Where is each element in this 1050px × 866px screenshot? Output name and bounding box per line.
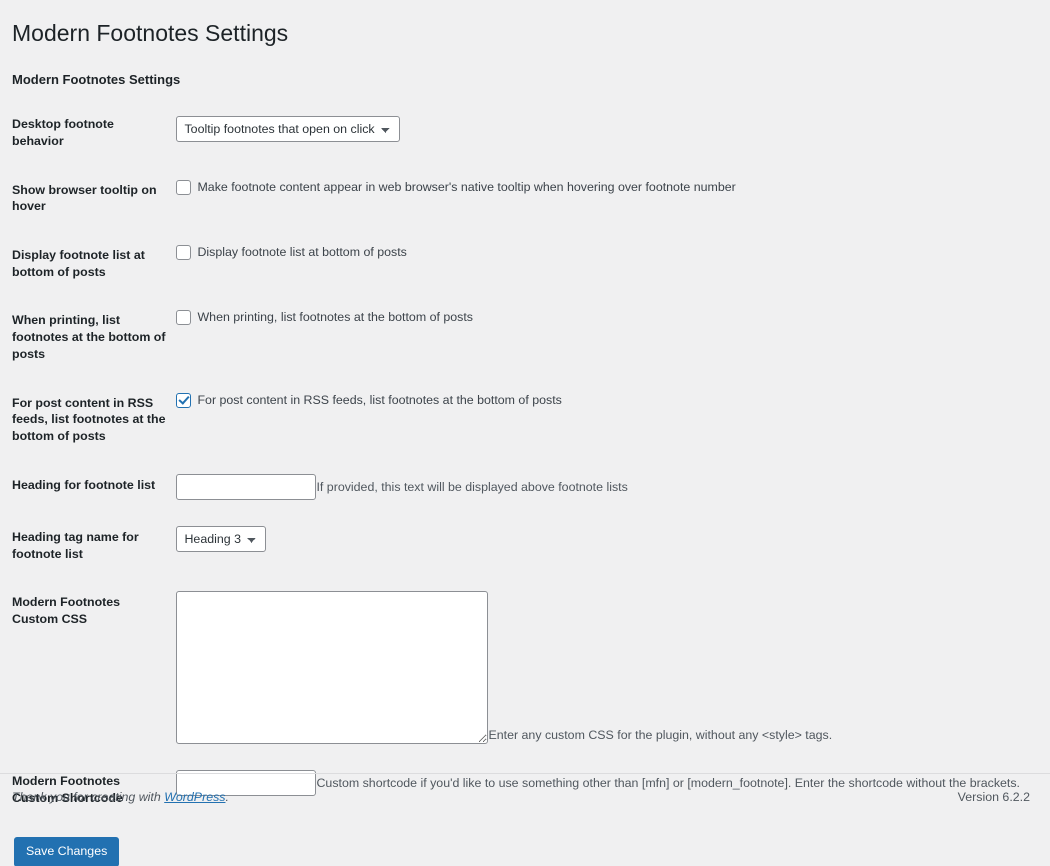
row-printing-list: When printing, list footnotes at the bot… (12, 296, 1030, 378)
row-desktop-behavior: Desktop footnote behavior Tooltip footno… (12, 103, 1030, 165)
footer-version: Version 6.2.2 (958, 790, 1030, 804)
settings-form-table: Desktop footnote behavior Tooltip footno… (12, 103, 1030, 823)
heading-tag-select[interactable]: Heading 3 (176, 526, 266, 552)
heading-text-inline-row: If provided, this text will be displayed… (176, 474, 1020, 500)
label-desktop-behavior: Desktop footnote behavior (12, 103, 176, 165)
section-title: Modern Footnotes Settings (12, 53, 1030, 89)
cell-printing-list: When printing, list footnotes at the bot… (176, 296, 1030, 378)
display-list-checkbox-label[interactable]: Display footnote list at bottom of posts (197, 244, 406, 261)
cell-rss-list: For post content in RSS feeds, list foot… (176, 379, 1030, 461)
display-list-checkbox[interactable] (176, 245, 191, 260)
label-heading-tag: Heading tag name for footnote list (12, 513, 176, 578)
label-rss-list: For post content in RSS feeds, list foot… (12, 379, 176, 461)
submit-area: Save Changes (12, 823, 1030, 866)
row-heading-tag: Heading tag name for footnote list Headi… (12, 513, 1030, 578)
row-browser-tooltip: Show browser tooltip on hover Make footn… (12, 166, 1030, 231)
label-browser-tooltip: Show browser tooltip on hover (12, 166, 176, 231)
heading-text-input[interactable] (176, 474, 316, 500)
cell-custom-css: Enter any custom CSS for the plugin, wit… (176, 578, 1030, 757)
heading-text-description: If provided, this text will be displayed… (316, 474, 627, 497)
row-custom-css: Modern Footnotes Custom CSS Enter any cu… (12, 578, 1030, 757)
desktop-behavior-select[interactable]: Tooltip footnotes that open on click (176, 116, 400, 142)
display-list-checkbox-line: Display footnote list at bottom of posts (176, 244, 1020, 261)
admin-footer: Thank you for creating with WordPress. V… (0, 773, 1050, 819)
rss-list-checkbox-label[interactable]: For post content in RSS feeds, list foot… (197, 392, 561, 409)
row-display-list: Display footnote list at bottom of posts… (12, 231, 1030, 296)
settings-page: Modern Footnotes Settings Modern Footnot… (0, 0, 1050, 819)
footer-credit: Thank you for creating with WordPress. (12, 790, 229, 804)
custom-css-description: Enter any custom CSS for the plugin, wit… (488, 727, 832, 744)
printing-list-checkbox-label[interactable]: When printing, list footnotes at the bot… (197, 309, 473, 326)
wordpress-link[interactable]: WordPress (164, 790, 225, 804)
label-heading-text: Heading for footnote list (12, 461, 176, 513)
footer-credit-prefix: Thank you for creating with (12, 790, 164, 804)
browser-tooltip-checkbox-line: Make footnote content appear in web brow… (176, 179, 1020, 196)
save-changes-button[interactable]: Save Changes (14, 837, 119, 866)
custom-css-textarea[interactable] (176, 591, 488, 744)
row-heading-text: Heading for footnote list If provided, t… (12, 461, 1030, 513)
row-rss-list: For post content in RSS feeds, list foot… (12, 379, 1030, 461)
footer-credit-suffix: . (225, 790, 228, 804)
cell-display-list: Display footnote list at bottom of posts (176, 231, 1030, 296)
printing-list-checkbox[interactable] (176, 310, 191, 325)
cell-heading-text: If provided, this text will be displayed… (176, 461, 1030, 513)
label-display-list: Display footnote list at bottom of posts (12, 231, 176, 296)
cell-browser-tooltip: Make footnote content appear in web brow… (176, 166, 1030, 231)
label-printing-list: When printing, list footnotes at the bot… (12, 296, 176, 378)
rss-list-checkbox-line: For post content in RSS feeds, list foot… (176, 392, 1020, 409)
printing-list-checkbox-line: When printing, list footnotes at the bot… (176, 309, 1020, 326)
rss-list-checkbox[interactable] (176, 393, 191, 408)
browser-tooltip-checkbox-label[interactable]: Make footnote content appear in web brow… (197, 179, 735, 196)
browser-tooltip-checkbox[interactable] (176, 180, 191, 195)
cell-desktop-behavior: Tooltip footnotes that open on click (176, 103, 1030, 165)
custom-css-wrap: Enter any custom CSS for the plugin, wit… (176, 591, 1020, 744)
cell-heading-tag: Heading 3 (176, 513, 1030, 578)
page-title: Modern Footnotes Settings (12, 10, 1030, 53)
label-custom-css: Modern Footnotes Custom CSS (12, 578, 176, 757)
